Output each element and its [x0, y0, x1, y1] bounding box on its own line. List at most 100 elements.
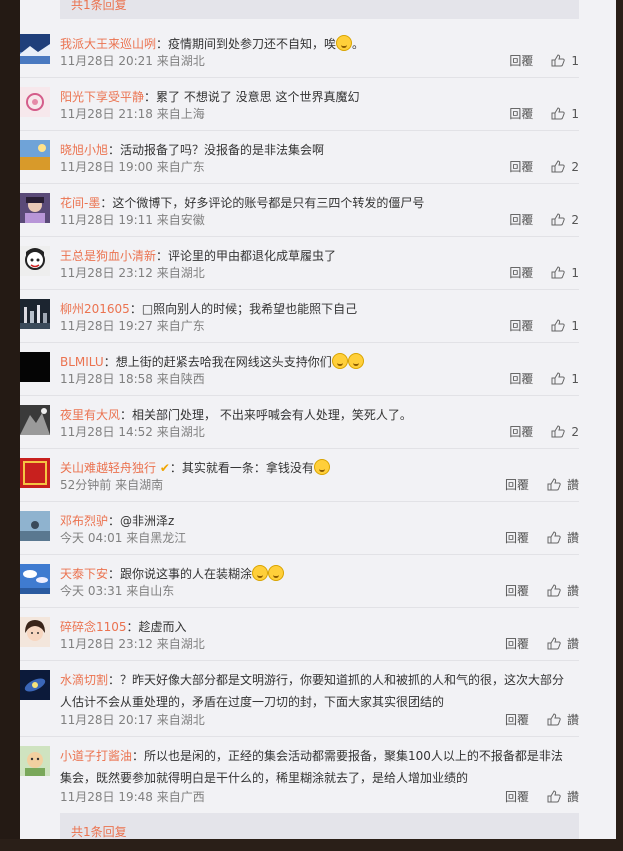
comment-username[interactable]: 天泰下安 [60, 567, 108, 581]
comment-username[interactable]: 我派大王来巡山咧 [60, 37, 156, 51]
laugh-cry-emoji-icon [268, 565, 285, 581]
like-count[interactable]: 2 [571, 213, 579, 227]
laugh-cry-emoji-icon [252, 565, 269, 581]
comment-time: 今天 03:31 [60, 584, 123, 598]
cheer-emoji-icon [331, 353, 348, 369]
comment-location: 来自湖北 [156, 425, 205, 439]
like-label[interactable]: 讚 [567, 582, 579, 599]
comment-username[interactable]: 小道子打酱油 [60, 749, 132, 763]
like-count[interactable]: 1 [571, 372, 579, 386]
avatar[interactable] [20, 246, 50, 276]
comment-actions: 回覆 讚 [505, 635, 579, 652]
comment-username[interactable]: 柳州201605 [60, 302, 130, 316]
comment-time: 11月28日 14:52 [60, 425, 153, 439]
avatar[interactable] [20, 670, 50, 700]
comment-meta: 11月28日 18:58 来自陕西 [60, 370, 205, 387]
like-count[interactable]: 1 [571, 266, 579, 280]
avatar[interactable] [20, 617, 50, 647]
thumbs-up-icon[interactable] [547, 531, 561, 544]
avatar[interactable] [20, 405, 50, 435]
comment-meta: 11月28日 23:12 来自湖北 [60, 635, 205, 652]
comment-username[interactable]: 夜里有大风 [60, 408, 120, 422]
avatar[interactable] [20, 511, 50, 541]
comment-content: ：趁虚而入 [126, 620, 187, 634]
like-count[interactable]: 1 [571, 54, 579, 68]
comment-username[interactable]: 花间-墨 [60, 196, 100, 210]
comment-username[interactable]: 关山难越轻舟独行 [60, 461, 156, 475]
reply-button[interactable]: 回覆 [509, 264, 533, 281]
comment-username[interactable]: 邓布烈驴 [60, 514, 108, 528]
reply-button[interactable]: 回覆 [509, 423, 533, 440]
avatar[interactable] [20, 193, 50, 223]
comment-time: 11月28日 21:18 [60, 107, 153, 121]
like-label[interactable]: 讚 [567, 788, 579, 805]
thumbs-up-icon[interactable] [547, 478, 561, 491]
thumbs-up-icon[interactable] [551, 160, 566, 173]
reply-button[interactable]: 回覆 [509, 317, 533, 334]
reply-button[interactable]: 回覆 [505, 635, 529, 652]
avatar[interactable] [20, 746, 50, 776]
comment-username[interactable]: 王总是狗血小清新 [60, 249, 156, 263]
reply-button[interactable]: 回覆 [505, 582, 529, 599]
thumbs-up-icon[interactable] [551, 107, 566, 120]
reply-count-bar-top[interactable]: 共1条回复 [60, 0, 579, 19]
avatar[interactable] [20, 458, 50, 488]
comment-location: 来自湖北 [156, 637, 205, 651]
comment-item: 碎碎念1105：趁虚而入 11月28日 23:12 来自湖北 回覆 讚 [20, 608, 579, 661]
avatar[interactable] [20, 299, 50, 329]
like-count[interactable]: 2 [571, 425, 579, 439]
reply-button[interactable]: 回覆 [509, 370, 533, 387]
comment-location: 来自上海 [156, 107, 205, 121]
avatar[interactable] [20, 140, 50, 170]
avatar[interactable] [20, 564, 50, 594]
reply-button[interactable]: 回覆 [505, 529, 529, 546]
comment-item: 我派大王来巡山咧：疫情期间到处参刀还不自知，唉 。 11月28日 20:21 来自… [20, 25, 579, 78]
comment-actions: 回覆 讚 [505, 476, 579, 493]
avatar[interactable] [20, 34, 50, 64]
reply-button[interactable]: 回覆 [505, 711, 529, 728]
thumbs-up-icon[interactable] [551, 54, 566, 67]
like-label[interactable]: 讚 [567, 711, 579, 728]
comment-username[interactable]: 水滴切割 [60, 673, 108, 687]
right-background-strip [616, 0, 623, 839]
thumbs-up-icon[interactable] [551, 372, 566, 385]
like-label[interactable]: 讚 [567, 635, 579, 652]
comment-item: 阳光下享受平静：累了 不想说了 没意思 这个世界真魔幻 11月28日 21:18… [20, 78, 579, 131]
comment-username[interactable]: BLMILU [60, 355, 104, 369]
comment-location: 来自广东 [156, 319, 205, 333]
thumbs-up-icon[interactable] [551, 319, 566, 332]
comment-content: ：这个微博下，好多评论的账号都是只有三四个转发的僵尸号 [100, 196, 425, 210]
comment-time: 11月28日 20:21 [60, 54, 153, 68]
comment-location: 来自湖北 [156, 266, 205, 280]
comment-content: ：其实就看一条：拿钱没有 [169, 461, 314, 475]
comment-username[interactable]: 碎碎念1105 [60, 620, 127, 634]
reply-button[interactable]: 回覆 [509, 158, 533, 175]
like-label[interactable]: 讚 [567, 529, 579, 546]
comment-time: 11月28日 19:00 [60, 160, 153, 174]
reply-button[interactable]: 回覆 [509, 105, 533, 122]
like-count[interactable]: 1 [571, 107, 579, 121]
comment-location: 来自湖北 [156, 54, 205, 68]
reply-button[interactable]: 回覆 [509, 52, 533, 69]
thumbs-up-icon[interactable] [547, 584, 561, 597]
avatar[interactable] [20, 352, 50, 382]
reply-button[interactable]: 回覆 [509, 211, 533, 228]
thumbs-up-icon[interactable] [551, 213, 566, 226]
thumbs-up-icon[interactable] [547, 713, 561, 726]
comment-item: 关山难越轻舟独行 ✔：其实就看一条：拿钱没有 52分钟前 来自湖南 回覆 讚 [20, 449, 579, 502]
reply-button[interactable]: 回覆 [505, 788, 529, 805]
like-count[interactable]: 1 [571, 319, 579, 333]
like-count[interactable]: 2 [571, 160, 579, 174]
like-label[interactable]: 讚 [567, 476, 579, 493]
thumbs-up-icon[interactable] [547, 637, 561, 650]
comment-username[interactable]: 晓旭小旭 [60, 143, 108, 157]
reply-button[interactable]: 回覆 [505, 476, 529, 493]
reply-count-bar-bottom[interactable]: 共1条回复 [60, 813, 579, 839]
avatar[interactable] [20, 87, 50, 117]
thumbs-up-icon[interactable] [551, 425, 566, 438]
comment-actions: 回覆 1 [509, 370, 579, 387]
comment-location: 来自广东 [156, 160, 205, 174]
thumbs-up-icon[interactable] [551, 266, 566, 279]
thumbs-up-icon[interactable] [547, 790, 561, 803]
comment-username[interactable]: 阳光下享受平静 [60, 90, 144, 104]
